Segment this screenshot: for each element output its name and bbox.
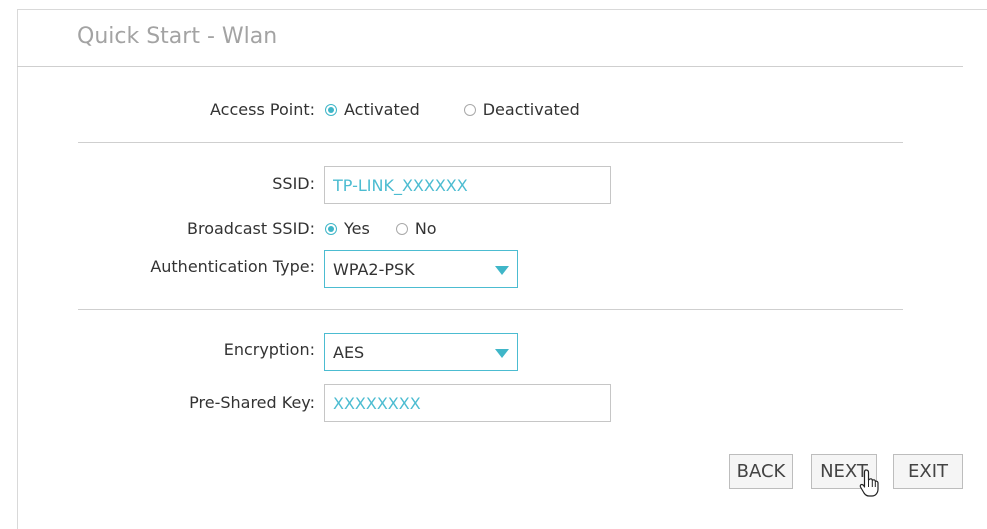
broadcast-ssid-option-label: Yes	[344, 219, 370, 238]
access-point-option-label: Deactivated	[482, 100, 580, 119]
ssid-input[interactable]	[324, 166, 611, 204]
back-button[interactable]: BACK	[729, 454, 793, 489]
broadcast-ssid-option-yes[interactable]: Yes	[325, 219, 370, 238]
section-divider	[78, 142, 903, 143]
title-divider	[17, 66, 963, 67]
encryption-select[interactable]: AES	[324, 333, 518, 371]
exit-button[interactable]: EXIT	[893, 454, 963, 489]
mouse-pointer-icon	[859, 469, 879, 497]
broadcast-ssid-option-label: No	[414, 219, 437, 238]
radio-checked-icon[interactable]	[325, 222, 337, 235]
access-point-radio-group: Activated Deactivated	[325, 100, 606, 119]
chevron-down-icon[interactable]	[495, 349, 509, 358]
chevron-down-icon[interactable]	[495, 266, 509, 275]
access-point-option-activated[interactable]: Activated	[325, 100, 420, 119]
authentication-type-value: WPA2-PSK	[333, 259, 415, 279]
radio-unchecked-icon[interactable]	[463, 103, 476, 116]
radio-unchecked-icon[interactable]	[395, 222, 408, 235]
broadcast-ssid-label: Broadcast SSID:	[187, 219, 315, 238]
encryption-value: AES	[333, 342, 365, 362]
encryption-label: Encryption:	[223, 340, 315, 359]
pre-shared-key-input[interactable]	[324, 384, 611, 422]
broadcast-ssid-radio-group: Yes No	[325, 219, 463, 238]
broadcast-ssid-option-no[interactable]: No	[395, 219, 437, 238]
section-divider	[78, 309, 903, 310]
radio-checked-icon[interactable]	[325, 103, 337, 116]
page-title: Quick Start - Wlan	[77, 24, 278, 49]
access-point-option-label: Activated	[344, 100, 420, 119]
authentication-type-select[interactable]: WPA2-PSK	[324, 250, 518, 288]
access-point-label: Access Point:	[210, 100, 315, 119]
ssid-label: SSID:	[272, 174, 315, 193]
authentication-type-label: Authentication Type:	[150, 257, 315, 276]
pre-shared-key-label: Pre-Shared Key:	[189, 393, 315, 412]
access-point-option-deactivated[interactable]: Deactivated	[463, 100, 580, 119]
